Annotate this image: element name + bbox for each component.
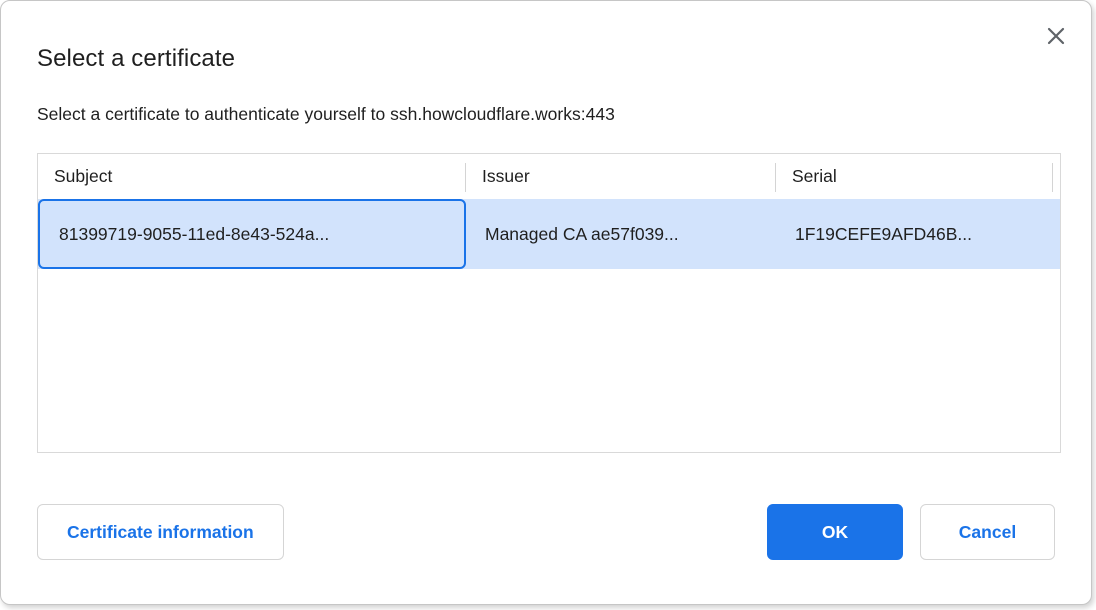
dialog-footer: Certificate information OK Cancel	[37, 504, 1055, 560]
column-header-filler	[1053, 154, 1060, 199]
ok-button[interactable]: OK	[767, 504, 903, 560]
dialog-subtitle: Select a certificate to authenticate you…	[37, 104, 615, 125]
dialog-title: Select a certificate	[37, 45, 235, 73]
table-header-row: Subject Issuer Serial	[38, 154, 1060, 199]
certificate-table: Subject Issuer Serial 81399719-9055-11ed…	[37, 153, 1061, 453]
certificate-information-button[interactable]: Certificate information	[37, 504, 284, 560]
cell-subject[interactable]: 81399719-9055-11ed-8e43-524a...	[38, 199, 466, 269]
cancel-button[interactable]: Cancel	[920, 504, 1055, 560]
close-button[interactable]	[1043, 23, 1069, 49]
column-header-issuer: Issuer	[466, 154, 776, 199]
column-header-subject: Subject	[38, 154, 466, 199]
close-icon	[1047, 27, 1065, 45]
cell-issuer[interactable]: Managed CA ae57f039...	[466, 199, 776, 269]
certificate-row-selected[interactable]: 81399719-9055-11ed-8e43-524a... Managed …	[38, 199, 1060, 269]
cell-serial[interactable]: 1F19CEFE9AFD46B...	[776, 199, 1060, 269]
certificate-select-dialog: Select a certificate Select a certificat…	[0, 0, 1092, 605]
column-header-serial: Serial	[776, 154, 1053, 199]
